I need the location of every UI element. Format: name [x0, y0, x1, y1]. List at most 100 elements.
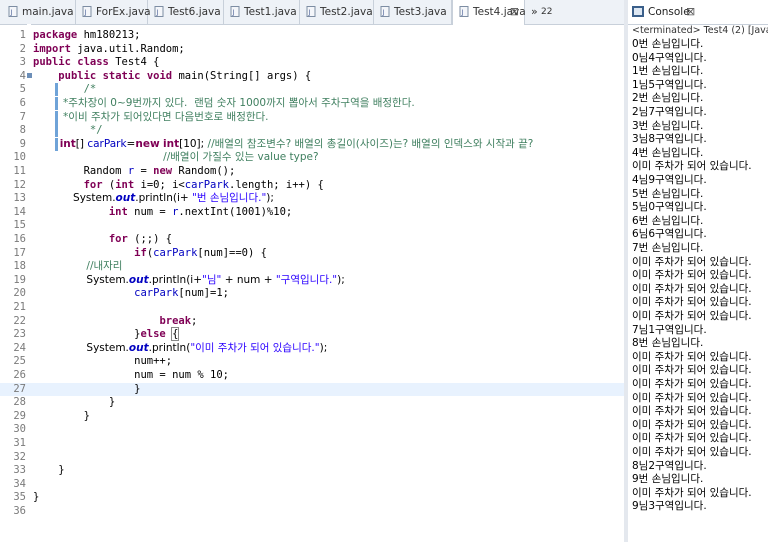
- code-line[interactable]: 17 if(carPark[num]==0) {: [0, 247, 624, 261]
- tab-main[interactable]: Jmain.java: [2, 0, 76, 24]
- code-text: /*: [33, 83, 97, 97]
- code-token: }: [33, 491, 40, 504]
- code-line[interactable]: 7 *이비 주차가 되어있다면 다음번호로 배정한다.: [0, 111, 624, 125]
- code-line[interactable]: 9 int[] carPark=new int[10]; //배열의 참조변수?…: [0, 138, 624, 152]
- tab-label: Test6.java: [168, 6, 221, 18]
- tab-test6[interactable]: J Test6.java: [148, 0, 224, 24]
- code-line[interactable]: 22 break;: [0, 315, 624, 329]
- code-token: "번 손님입니다.": [192, 192, 267, 205]
- code-line[interactable]: 31: [0, 437, 624, 451]
- code-text: for (int i=0; i<carPark.length; i++) {: [33, 179, 324, 193]
- line-number: 4: [19, 69, 26, 82]
- tab-forex[interactable]: J ForEx.java: [76, 0, 151, 24]
- console-line: 2번 손님입니다.: [632, 92, 704, 105]
- code-line[interactable]: 14 int num = r.nextInt(1001)%10;: [0, 206, 624, 220]
- code-text: break;: [33, 315, 197, 329]
- code-token: int: [59, 137, 76, 150]
- code-text: */: [33, 124, 103, 138]
- line-number: 18: [13, 260, 26, 273]
- code-token: carPark: [184, 178, 230, 191]
- console-line: 8번 손님입니다.: [632, 337, 704, 350]
- code-line[interactable]: 3 public class Test4 {: [0, 56, 624, 70]
- code-line[interactable]: 34: [0, 478, 624, 492]
- fold-icon[interactable]: [27, 72, 32, 78]
- code-token: ;: [191, 314, 198, 327]
- code-line[interactable]: 5 /*: [0, 83, 624, 97]
- code-line[interactable]: 25 num++;: [0, 355, 624, 369]
- code-line[interactable]: 20 carPark[num]=1;: [0, 287, 624, 301]
- code-line[interactable]: 35}: [0, 491, 624, 505]
- console-line: 이미 주차가 되어 있습니다.: [632, 160, 752, 173]
- code-line[interactable]: 26 num = num % 10;: [0, 369, 624, 383]
- code-line[interactable]: 2 import java.util.Random;: [0, 43, 624, 57]
- code-editor[interactable]: Jmain.java J ForEx.java J Test6.java J Test1.j…: [0, 0, 624, 542]
- line-number: 17: [13, 246, 26, 259]
- tab-test1[interactable]: J Test1.java: [224, 0, 300, 24]
- tab-test2[interactable]: J Test2.java: [300, 0, 374, 24]
- code-text: Random r = new Random();: [33, 165, 236, 179]
- code-line[interactable]: 4 public static void main(String[] args)…: [0, 70, 624, 84]
- line-number: 14: [13, 205, 26, 218]
- code-line[interactable]: 12 for (int i=0; i<carPark.length; i++) …: [0, 179, 624, 193]
- close-icon[interactable]: ⊠: [686, 0, 695, 24]
- code-area[interactable]: 1 package hm180213; 2 import java.util.Rand…: [0, 24, 624, 542]
- code-line[interactable]: 10 //배열이 가질수 있는 value type?: [0, 151, 624, 165]
- console-line: 3님8구역입니다.: [632, 133, 707, 146]
- close-icon[interactable]: ⊠: [510, 0, 519, 24]
- code-line[interactable]: 15: [0, 219, 624, 233]
- tab-test4[interactable]: J Test4.java ⊠: [452, 0, 526, 25]
- code-text: }else {: [33, 327, 180, 342]
- console-view[interactable]: Console ⊠ <terminated> Test4 (2) [Java A…: [628, 0, 768, 542]
- code-line[interactable]: 18 //내자리: [0, 260, 624, 274]
- code-token: class: [77, 56, 109, 69]
- java-file-icon: J: [8, 6, 18, 17]
- code-text: public class Test4 {: [33, 56, 159, 70]
- code-token: static: [102, 69, 141, 82]
- code-line[interactable]: 16 for (;;) {: [0, 233, 624, 247]
- code-token: [10];: [179, 137, 208, 150]
- code-line[interactable]: 30: [0, 423, 624, 437]
- code-line[interactable]: 36: [0, 505, 624, 519]
- code-text: int[] carPark=new int[10]; //배열의 참조변수? 배…: [33, 137, 534, 152]
- code-line[interactable]: 13 System.out.println(i+ "번 손님입니다.");: [0, 192, 624, 206]
- code-token: main(String[] args) {: [172, 69, 312, 82]
- tab-overflow-button[interactable]: » 22: [527, 0, 557, 24]
- console-line: 9번 손님입니다.: [632, 473, 704, 486]
- line-number: 26: [13, 369, 26, 381]
- console-line: 4번 손님입니다.: [632, 146, 704, 159]
- code-line[interactable]: 29 }: [0, 410, 624, 424]
- code-text: public static void main(String[] args) {: [33, 70, 311, 84]
- console-tab-label: Console: [648, 6, 690, 18]
- console-line: 이미 주차가 되어 있습니다.: [632, 486, 752, 499]
- code-line[interactable]: 6 *주차장이 0~9번까지 있다. 랜덤 숫자 1000까지 뽑아서 주차구역…: [0, 97, 624, 111]
- tab-label: Test1.java: [244, 6, 297, 18]
- line-number: 29: [13, 409, 26, 422]
- code-token: else: [140, 328, 166, 341]
- code-line[interactable]: 33 }: [0, 464, 624, 478]
- code-line[interactable]: 24 System.out.println("이미 주차가 되어 있습니다.")…: [0, 342, 624, 356]
- console-line: 4님9구역입니다.: [632, 174, 707, 186]
- code-line[interactable]: 19 System.out.println(i+"님" + num + "구역입…: [0, 274, 624, 288]
- line-number: 21: [13, 301, 26, 313]
- code-token: //내자리: [86, 260, 123, 273]
- code-line[interactable]: 28 }: [0, 396, 624, 410]
- code-token: =: [134, 165, 154, 177]
- current-code-line[interactable]: 27 }: [0, 382, 624, 397]
- code-token: out: [115, 192, 136, 205]
- line-number: 25: [13, 355, 26, 368]
- code-line[interactable]: 32: [0, 451, 624, 465]
- code-line[interactable]: 11 Random r = new Random();: [0, 165, 624, 179]
- console-line: 이미 주차가 되어 있습니다.: [632, 350, 752, 363]
- code-token: /*: [33, 83, 97, 96]
- tab-test3[interactable]: J Test3.java: [374, 0, 452, 24]
- code-line[interactable]: 21: [0, 301, 624, 315]
- code-line[interactable]: 23 }else {: [0, 327, 624, 342]
- console-tab[interactable]: Console ⊠: [628, 0, 768, 25]
- code-line[interactable]: 1 package hm180213;: [0, 29, 624, 43]
- code-line[interactable]: 8 */: [0, 124, 624, 138]
- console-line: 9님3구역입니다.: [632, 500, 707, 513]
- line-number: 28: [13, 396, 26, 409]
- code-token: *이비 주차가 되어있다면 다음번호로 배정한다.: [33, 110, 269, 123]
